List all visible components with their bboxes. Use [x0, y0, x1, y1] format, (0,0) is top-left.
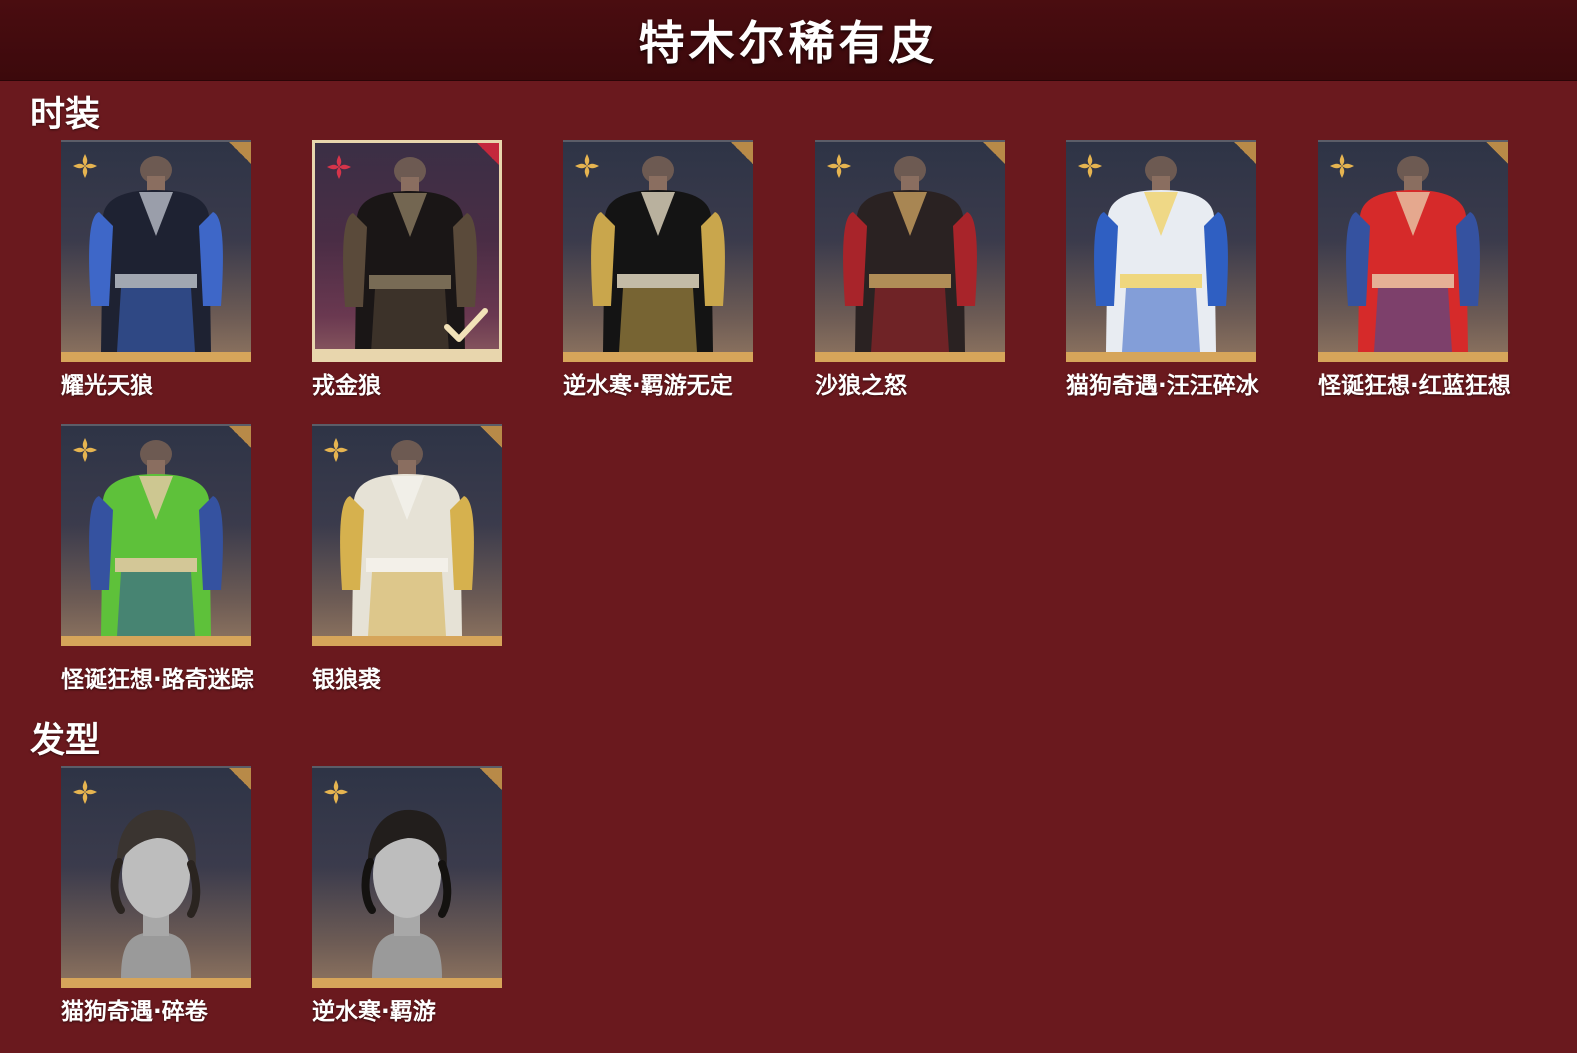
skin-card[interactable] [1318, 140, 1508, 362]
skin-card[interactable] [61, 140, 251, 362]
checkmark-icon [443, 305, 489, 345]
skin-label: 戎金狼 [312, 373, 381, 399]
corner-fold-icon [480, 426, 502, 448]
outfit-preview [1086, 156, 1236, 352]
skin-label: 猫狗奇遇·汪汪碎冰 [1066, 373, 1259, 399]
corner-fold-icon [229, 142, 251, 164]
skin-card[interactable] [563, 140, 753, 362]
outfit-preview [81, 156, 231, 352]
skin-card[interactable] [815, 140, 1005, 362]
skin-label: 沙狼之怒 [815, 373, 907, 399]
skin-card[interactable] [61, 424, 251, 646]
corner-fold-icon [229, 426, 251, 448]
outfit-preview [332, 440, 482, 636]
outfit-preview [583, 156, 733, 352]
outfit-preview [835, 156, 985, 352]
corner-fold-icon [229, 768, 251, 790]
skin-label: 银狼裘 [312, 667, 381, 693]
hair-label: 猫狗奇遇·碎卷 [61, 999, 208, 1025]
skin-card[interactable] [312, 140, 502, 362]
corner-fold-icon [983, 142, 1005, 164]
section-title-outfit: 时装 [30, 95, 101, 135]
outfit-preview [1338, 156, 1488, 352]
skin-label: 耀光天狼 [61, 373, 153, 399]
section-title-hairstyle: 发型 [30, 721, 101, 761]
skin-card[interactable] [1066, 140, 1256, 362]
hair-card[interactable] [312, 766, 502, 988]
outfit-preview [81, 440, 231, 636]
skin-label: 怪诞狂想·红蓝狂想 [1318, 373, 1511, 399]
page-title: 特木尔稀有皮 [638, 16, 939, 70]
hairstyle-preview [81, 782, 231, 978]
skin-label: 逆水寒·羁游无定 [563, 373, 733, 399]
hair-card[interactable] [61, 766, 251, 988]
corner-fold-icon [1234, 142, 1256, 164]
hair-label: 逆水寒·羁游 [312, 999, 436, 1025]
skin-label: 怪诞狂想·路奇迷踪 [61, 667, 254, 693]
skin-card[interactable] [312, 424, 502, 646]
hairstyle-preview [332, 782, 482, 978]
page-header: 特木尔稀有皮 [0, 0, 1577, 81]
corner-fold-icon [731, 142, 753, 164]
corner-fold-icon [480, 768, 502, 790]
corner-fold-icon [1486, 142, 1508, 164]
